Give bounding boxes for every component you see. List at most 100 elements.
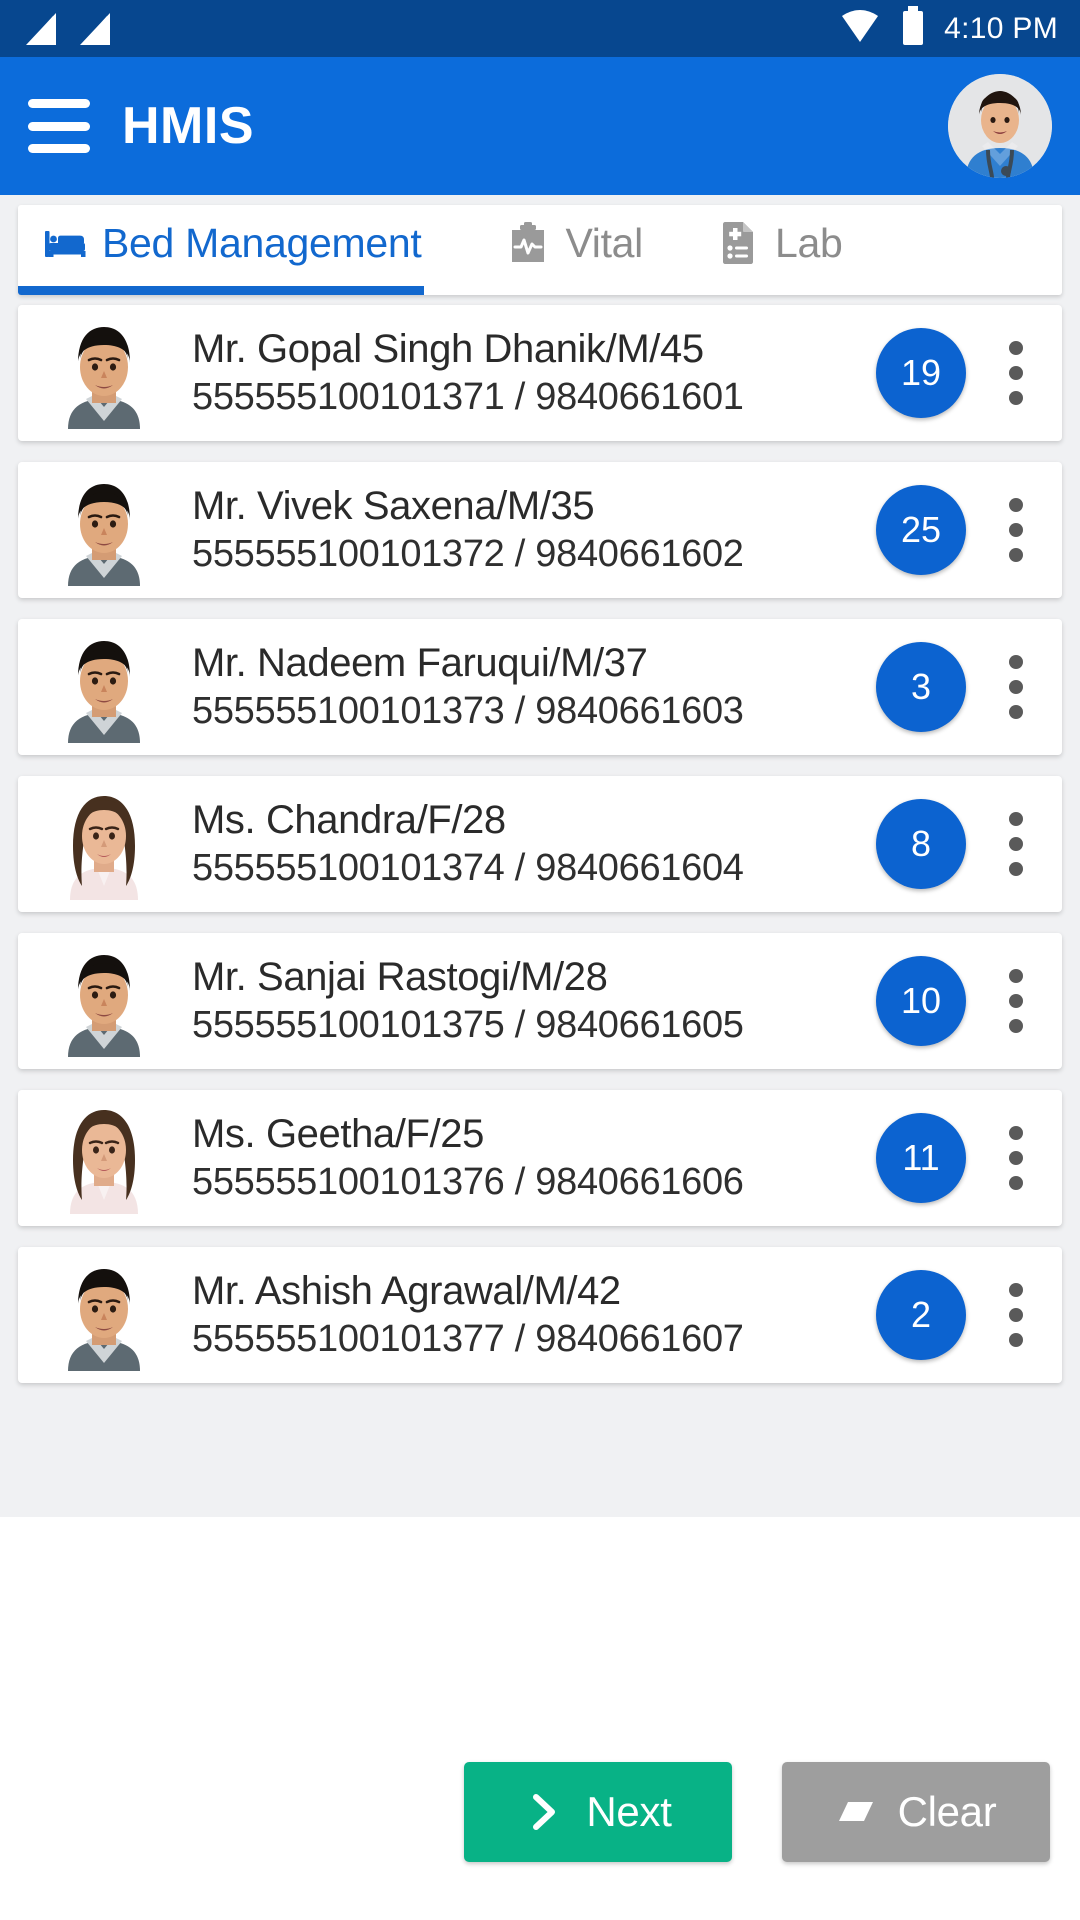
- patient-avatar: [56, 474, 152, 586]
- bed-number-badge[interactable]: 11: [876, 1113, 966, 1203]
- patient-info: Mr. Vivek Saxena/M/35 555555100101372 / 9…: [192, 484, 876, 575]
- tab-active-underline: [18, 286, 424, 295]
- signal-icon: [76, 9, 114, 49]
- clipboard-pulse-icon: [507, 222, 549, 264]
- wifi-icon: [838, 6, 882, 51]
- tab-label: Vital: [565, 219, 643, 266]
- menu-dot: [1009, 498, 1023, 512]
- chevron-right-icon: [524, 1792, 564, 1832]
- patient-card[interactable]: Ms. Geetha/F/25 555555100101376 / 9840661…: [18, 1090, 1062, 1226]
- patient-card[interactable]: Ms. Chandra/F/28 555555100101374 / 984066…: [18, 776, 1062, 912]
- patient-avatar: [56, 317, 152, 429]
- patient-avatar: [56, 945, 152, 1057]
- more-vertical-icon[interactable]: [988, 647, 1044, 727]
- patient-info: Mr. Nadeem Faruqui/M/37 555555100101373 /…: [192, 641, 876, 732]
- patient-meta: 555555100101371 / 9840661601: [192, 376, 744, 419]
- bed-icon: [44, 222, 86, 264]
- battery-icon: [900, 5, 926, 52]
- tab-bed-management[interactable]: Bed Management: [18, 205, 459, 295]
- menu-dot: [1009, 1333, 1023, 1347]
- app-title: HMIS: [122, 97, 254, 155]
- bed-number-badge[interactable]: 10: [876, 956, 966, 1046]
- patient-avatar: [56, 1259, 152, 1371]
- menu-dot: [1009, 705, 1023, 719]
- more-vertical-icon[interactable]: [988, 1118, 1044, 1198]
- patient-meta: 555555100101375 / 9840661605: [192, 1004, 744, 1047]
- patient-info: Mr. Ashish Agrawal/M/42 555555100101377 /…: [192, 1269, 876, 1360]
- clear-button[interactable]: Clear: [782, 1762, 1050, 1862]
- bed-number-badge[interactable]: 3: [876, 642, 966, 732]
- status-bar-clock: 4:10 PM: [944, 11, 1058, 45]
- patient-list: Mr. Gopal Singh Dhanik/M/45 5555551001013…: [0, 295, 1080, 1517]
- tab-label: Bed Management: [102, 219, 422, 266]
- bed-number-badge[interactable]: 8: [876, 799, 966, 889]
- menu-dot: [1009, 1176, 1023, 1190]
- patient-meta: 555555100101373 / 9840661603: [192, 690, 744, 733]
- menu-dot: [1009, 341, 1023, 355]
- patient-meta: 555555100101377 / 9840661607: [192, 1318, 744, 1361]
- tab-label: Lab: [775, 219, 843, 266]
- bed-number-badge[interactable]: 19: [876, 328, 966, 418]
- bed-number-badge[interactable]: 2: [876, 1270, 966, 1360]
- footer-actions: Next Clear: [0, 1762, 1080, 1920]
- menu-dot: [1009, 366, 1023, 380]
- menu-dot: [1009, 1308, 1023, 1322]
- tab-strip-container: Bed Management Vital Lab: [0, 195, 1080, 295]
- status-bar-left: [22, 9, 114, 49]
- hamburger-menu-icon[interactable]: [28, 99, 90, 153]
- lab-report-icon: [717, 222, 759, 264]
- patient-name: Ms. Geetha/F/25: [192, 1112, 484, 1157]
- eraser-icon: [836, 1792, 876, 1832]
- patient-meta: 555555100101372 / 9840661602: [192, 533, 744, 576]
- status-bar: 4:10 PM: [0, 0, 1080, 57]
- more-vertical-icon[interactable]: [988, 1275, 1044, 1355]
- clear-button-label: Clear: [897, 1788, 997, 1835]
- more-vertical-icon[interactable]: [988, 961, 1044, 1041]
- hamburger-bar: [28, 99, 90, 108]
- menu-dot: [1009, 994, 1023, 1008]
- menu-dot: [1009, 548, 1023, 562]
- patient-card[interactable]: Mr. Vivek Saxena/M/35 555555100101372 / 9…: [18, 462, 1062, 598]
- patient-info: Ms. Chandra/F/28 555555100101374 / 984066…: [192, 798, 876, 889]
- menu-dot: [1009, 837, 1023, 851]
- patient-name: Mr. Gopal Singh Dhanik/M/45: [192, 327, 704, 372]
- menu-dot: [1009, 862, 1023, 876]
- patient-name: Mr. Vivek Saxena/M/35: [192, 484, 595, 529]
- menu-dot: [1009, 1019, 1023, 1033]
- next-button[interactable]: Next: [464, 1762, 732, 1862]
- menu-dot: [1009, 812, 1023, 826]
- patient-info: Mr. Sanjai Rastogi/M/28 555555100101375 /…: [192, 955, 876, 1046]
- more-vertical-icon[interactable]: [988, 333, 1044, 413]
- patient-card[interactable]: Mr. Ashish Agrawal/M/42 555555100101377 /…: [18, 1247, 1062, 1383]
- tab-lab[interactable]: Lab: [683, 205, 847, 295]
- hamburger-bar: [28, 121, 90, 131]
- patient-avatar: [56, 788, 152, 900]
- menu-dot: [1009, 680, 1023, 694]
- menu-dot: [1009, 655, 1023, 669]
- menu-dot: [1009, 969, 1023, 983]
- patient-info: Ms. Geetha/F/25 555555100101376 / 9840661…: [192, 1112, 876, 1203]
- patient-name: Mr. Sanjai Rastogi/M/28: [192, 955, 608, 1000]
- patient-card[interactable]: Mr. Nadeem Faruqui/M/37 555555100101373 /…: [18, 619, 1062, 755]
- patient-name: Mr. Nadeem Faruqui/M/37: [192, 641, 648, 686]
- menu-dot: [1009, 1283, 1023, 1297]
- more-vertical-icon[interactable]: [988, 804, 1044, 884]
- patient-card[interactable]: Mr. Sanjai Rastogi/M/28 555555100101375 /…: [18, 933, 1062, 1069]
- patient-avatar: [56, 631, 152, 743]
- app-bar: HMIS: [0, 57, 1080, 195]
- hamburger-bar: [28, 144, 90, 153]
- signal-icon: [22, 9, 60, 49]
- tab-vital[interactable]: Vital: [459, 205, 683, 295]
- status-bar-right: 4:10 PM: [838, 5, 1058, 52]
- user-avatar[interactable]: [948, 74, 1052, 178]
- patient-meta: 555555100101376 / 9840661606: [192, 1161, 744, 1204]
- bed-number-badge[interactable]: 25: [876, 485, 966, 575]
- tab-strip: Bed Management Vital Lab: [18, 205, 1062, 295]
- patient-card[interactable]: Mr. Gopal Singh Dhanik/M/45 5555551001013…: [18, 305, 1062, 441]
- patient-avatar: [56, 1102, 152, 1214]
- menu-dot: [1009, 1151, 1023, 1165]
- menu-dot: [1009, 523, 1023, 537]
- more-vertical-icon[interactable]: [988, 490, 1044, 570]
- menu-dot: [1009, 391, 1023, 405]
- patient-name: Mr. Ashish Agrawal/M/42: [192, 1269, 621, 1314]
